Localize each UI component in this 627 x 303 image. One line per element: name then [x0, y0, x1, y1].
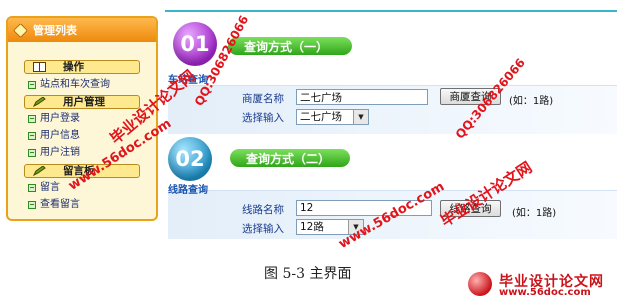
panel1-method-title: 查询方式（一） — [228, 37, 352, 55]
sidebar-item-label: 用户注销 — [40, 147, 80, 158]
sidebar-item-label: 查看留言 — [40, 199, 80, 210]
mall-name-input[interactable] — [296, 89, 428, 105]
sidebar-item-user-info[interactable]: 用户信息 — [28, 130, 80, 142]
bullet-icon — [28, 81, 36, 89]
step-badge-01: 01 — [173, 22, 217, 66]
panel1-hint: (如：1路) — [509, 96, 554, 107]
sidebar-item-logout[interactable]: 用户注销 — [28, 147, 80, 159]
panel2-select-label: 选择输入 — [242, 223, 284, 235]
bullet-icon — [28, 132, 36, 140]
logo-url: www.56doc.com — [499, 287, 591, 298]
top-divider — [165, 10, 617, 12]
sidebar-item-login[interactable]: 用户登录 — [28, 113, 80, 125]
sidebar-item-label: 站点和车次查询 — [40, 79, 110, 90]
step-badge-02: 02 — [168, 137, 212, 181]
bullet-icon — [28, 184, 36, 192]
site-logo: 毕业设计论文网 www.56doc.com — [465, 268, 625, 300]
sidebar-item-label: 留言 — [40, 182, 60, 193]
panel2-hint: (如：1路) — [512, 208, 557, 219]
pencil-icon — [33, 97, 46, 107]
list-icon — [13, 22, 28, 38]
mall-name-label: 商厦名称 — [242, 93, 284, 105]
bullet-icon — [28, 115, 36, 123]
sidebar-item-view-messages[interactable]: 查看留言 — [28, 199, 80, 211]
section-label: 用户管理 — [63, 96, 105, 108]
panel2-method-title: 查询方式（二） — [230, 149, 350, 167]
bullet-icon — [28, 149, 36, 157]
dropdown-arrow-icon[interactable]: ▼ — [353, 110, 368, 124]
panel1-select-label: 选择输入 — [242, 112, 284, 124]
panel2-subtitle: 线路查询 — [168, 185, 208, 196]
sidebar-item-label: 用户信息 — [40, 130, 80, 141]
sidebar-item-message[interactable]: 留言 — [28, 182, 60, 194]
sidebar-item-station-search[interactable]: 站点和车次查询 — [28, 79, 110, 91]
sidebar-item-label: 用户登录 — [40, 113, 80, 124]
panel2-select-value: 12路 — [300, 221, 324, 233]
figure-caption: 图 5-3 主界面 — [264, 266, 352, 282]
bullet-icon — [28, 201, 36, 209]
section-label: 操作 — [63, 61, 84, 73]
book-icon — [33, 62, 46, 72]
panel1-select[interactable]: 二七广场 ▼ — [296, 109, 369, 125]
line-name-label: 线路名称 — [242, 204, 284, 216]
section-user-management[interactable]: 用户管理 — [24, 95, 140, 109]
panel1-select-value: 二七广场 — [300, 111, 342, 123]
sidebar-title: 管理列表 — [33, 24, 77, 37]
sidebar-header: 管理列表 — [8, 18, 156, 42]
pencil-icon — [33, 166, 46, 176]
globe-icon — [468, 272, 492, 296]
section-operation[interactable]: 操作 — [24, 60, 140, 74]
